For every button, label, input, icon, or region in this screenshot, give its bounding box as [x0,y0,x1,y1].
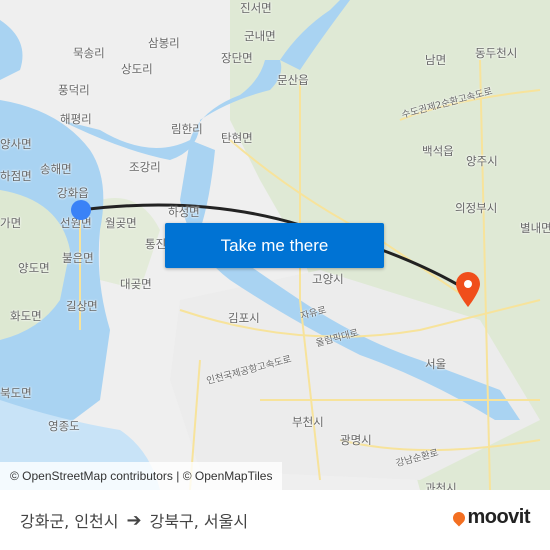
place-label: 상도리 [121,62,153,76]
place-label: 조강리 [129,160,161,174]
place-label: 풍덕리 [58,83,90,97]
origin-name: 강화군, 인천시 [20,512,119,531]
map-attribution[interactable]: © OpenStreetMap contributors | © OpenMap… [0,462,283,490]
arrow-right-icon: ➔ [126,509,142,531]
footer: 강화군, 인천시 ➔ 강북구, 서울시 moovit [0,490,550,550]
moovit-logo[interactable]: moovit [450,506,530,529]
place-label: 영종도 [48,419,80,433]
moovit-wordmark: moovit [467,506,530,528]
place-label: 군내면 [244,29,276,43]
place-label: 화도면 [10,309,42,323]
place-label: 고양시 [312,272,344,286]
place-label: 북도면 [0,386,32,400]
moovit-pin-icon [450,509,468,526]
place-label: 동두천시 [475,46,518,60]
place-label: 장단면 [221,51,253,65]
place-label: 의정부시 [455,201,498,215]
place-label: 서울 [425,357,447,371]
place-label: 하점면 [0,169,32,183]
place-label: 부천시 [292,415,324,429]
destination-name: 강북구, 서울시 [149,512,249,531]
place-label: 문산읍 [277,73,309,87]
place-label: 양도면 [18,261,50,275]
place-label: 통진 [145,237,167,251]
place-label: 광명시 [340,433,372,447]
place-label: 양사면 [0,137,32,151]
place-label: 양주시 [466,154,498,168]
route-title: 강화군, 인천시 ➔ 강북구, 서울시 [20,508,248,532]
map[interactable]: 진서면 군내면 삼봉리 묵송리 장단면 상도리 문산읍 남면 동두천시 풍덕리 해평리 림한리 탄현면 양… [0,0,550,490]
place-label: 과천시 [425,481,457,490]
origin-marker[interactable] [71,200,91,220]
place-label: 해평리 [60,112,92,126]
place-label: 불은면 [62,251,94,265]
place-label: 김포시 [228,311,260,325]
place-label: 길상면 [66,299,98,313]
place-label: 림한리 [171,122,203,136]
place-label: 하성면 [168,205,200,219]
place-label: 탄현면 [221,131,253,145]
place-label: 월곶면 [105,216,137,230]
place-label: 묵송리 [73,46,105,60]
place-label: 진서면 [240,1,272,15]
place-label: 가면 [0,216,22,230]
place-label: 삼봉리 [148,36,180,50]
place-label: 강화읍 [57,186,89,200]
place-label: 송해면 [40,162,72,176]
water-han-estuary [0,20,23,80]
place-label: 남면 [425,53,447,67]
place-label: 백석읍 [422,144,454,158]
take-me-there-button[interactable]: Take me there [165,223,384,268]
place-label: 대곶면 [120,277,152,291]
place-label: 별내면 [520,221,550,235]
